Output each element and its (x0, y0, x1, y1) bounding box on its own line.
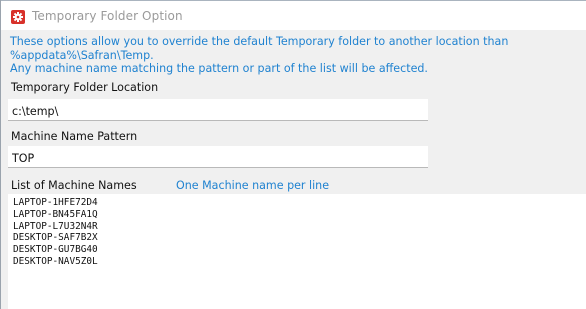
machine-name-line: DESKTOP-GU7BG40 (13, 244, 98, 256)
title-bar: Temporary Folder Option (1, 0, 586, 30)
machine-name-pattern-label: Machine Name Pattern (11, 130, 138, 143)
description-text: These options allow you to override the … (10, 35, 509, 76)
machine-names-list-label: List of Machine Names (11, 179, 137, 192)
window-title: Temporary Folder Option (32, 9, 183, 23)
gear-icon (11, 10, 25, 24)
temporary-folder-option-dialog: Temporary Folder Option These options al… (0, 0, 586, 309)
machine-name-line: DESKTOP-SAF7B2X (13, 232, 98, 244)
machine-name-pattern-input[interactable] (8, 146, 428, 168)
machine-name-line: DESKTOP-NAV5Z0L (13, 255, 98, 267)
machine-name-line: LAPTOP-L7U32N4R (13, 220, 98, 232)
machine-names-hint: One Machine name per line (176, 179, 330, 192)
temporary-folder-label: Temporary Folder Location (11, 81, 159, 94)
machine-names-textarea[interactable]: LAPTOP-1HFE72D4 LAPTOP-BN45FA1Q LAPTOP-L… (8, 194, 586, 309)
machine-name-line: LAPTOP-BN45FA1Q (13, 208, 98, 220)
machine-name-line: LAPTOP-1HFE72D4 (13, 197, 98, 208)
temporary-folder-input[interactable] (8, 99, 428, 121)
